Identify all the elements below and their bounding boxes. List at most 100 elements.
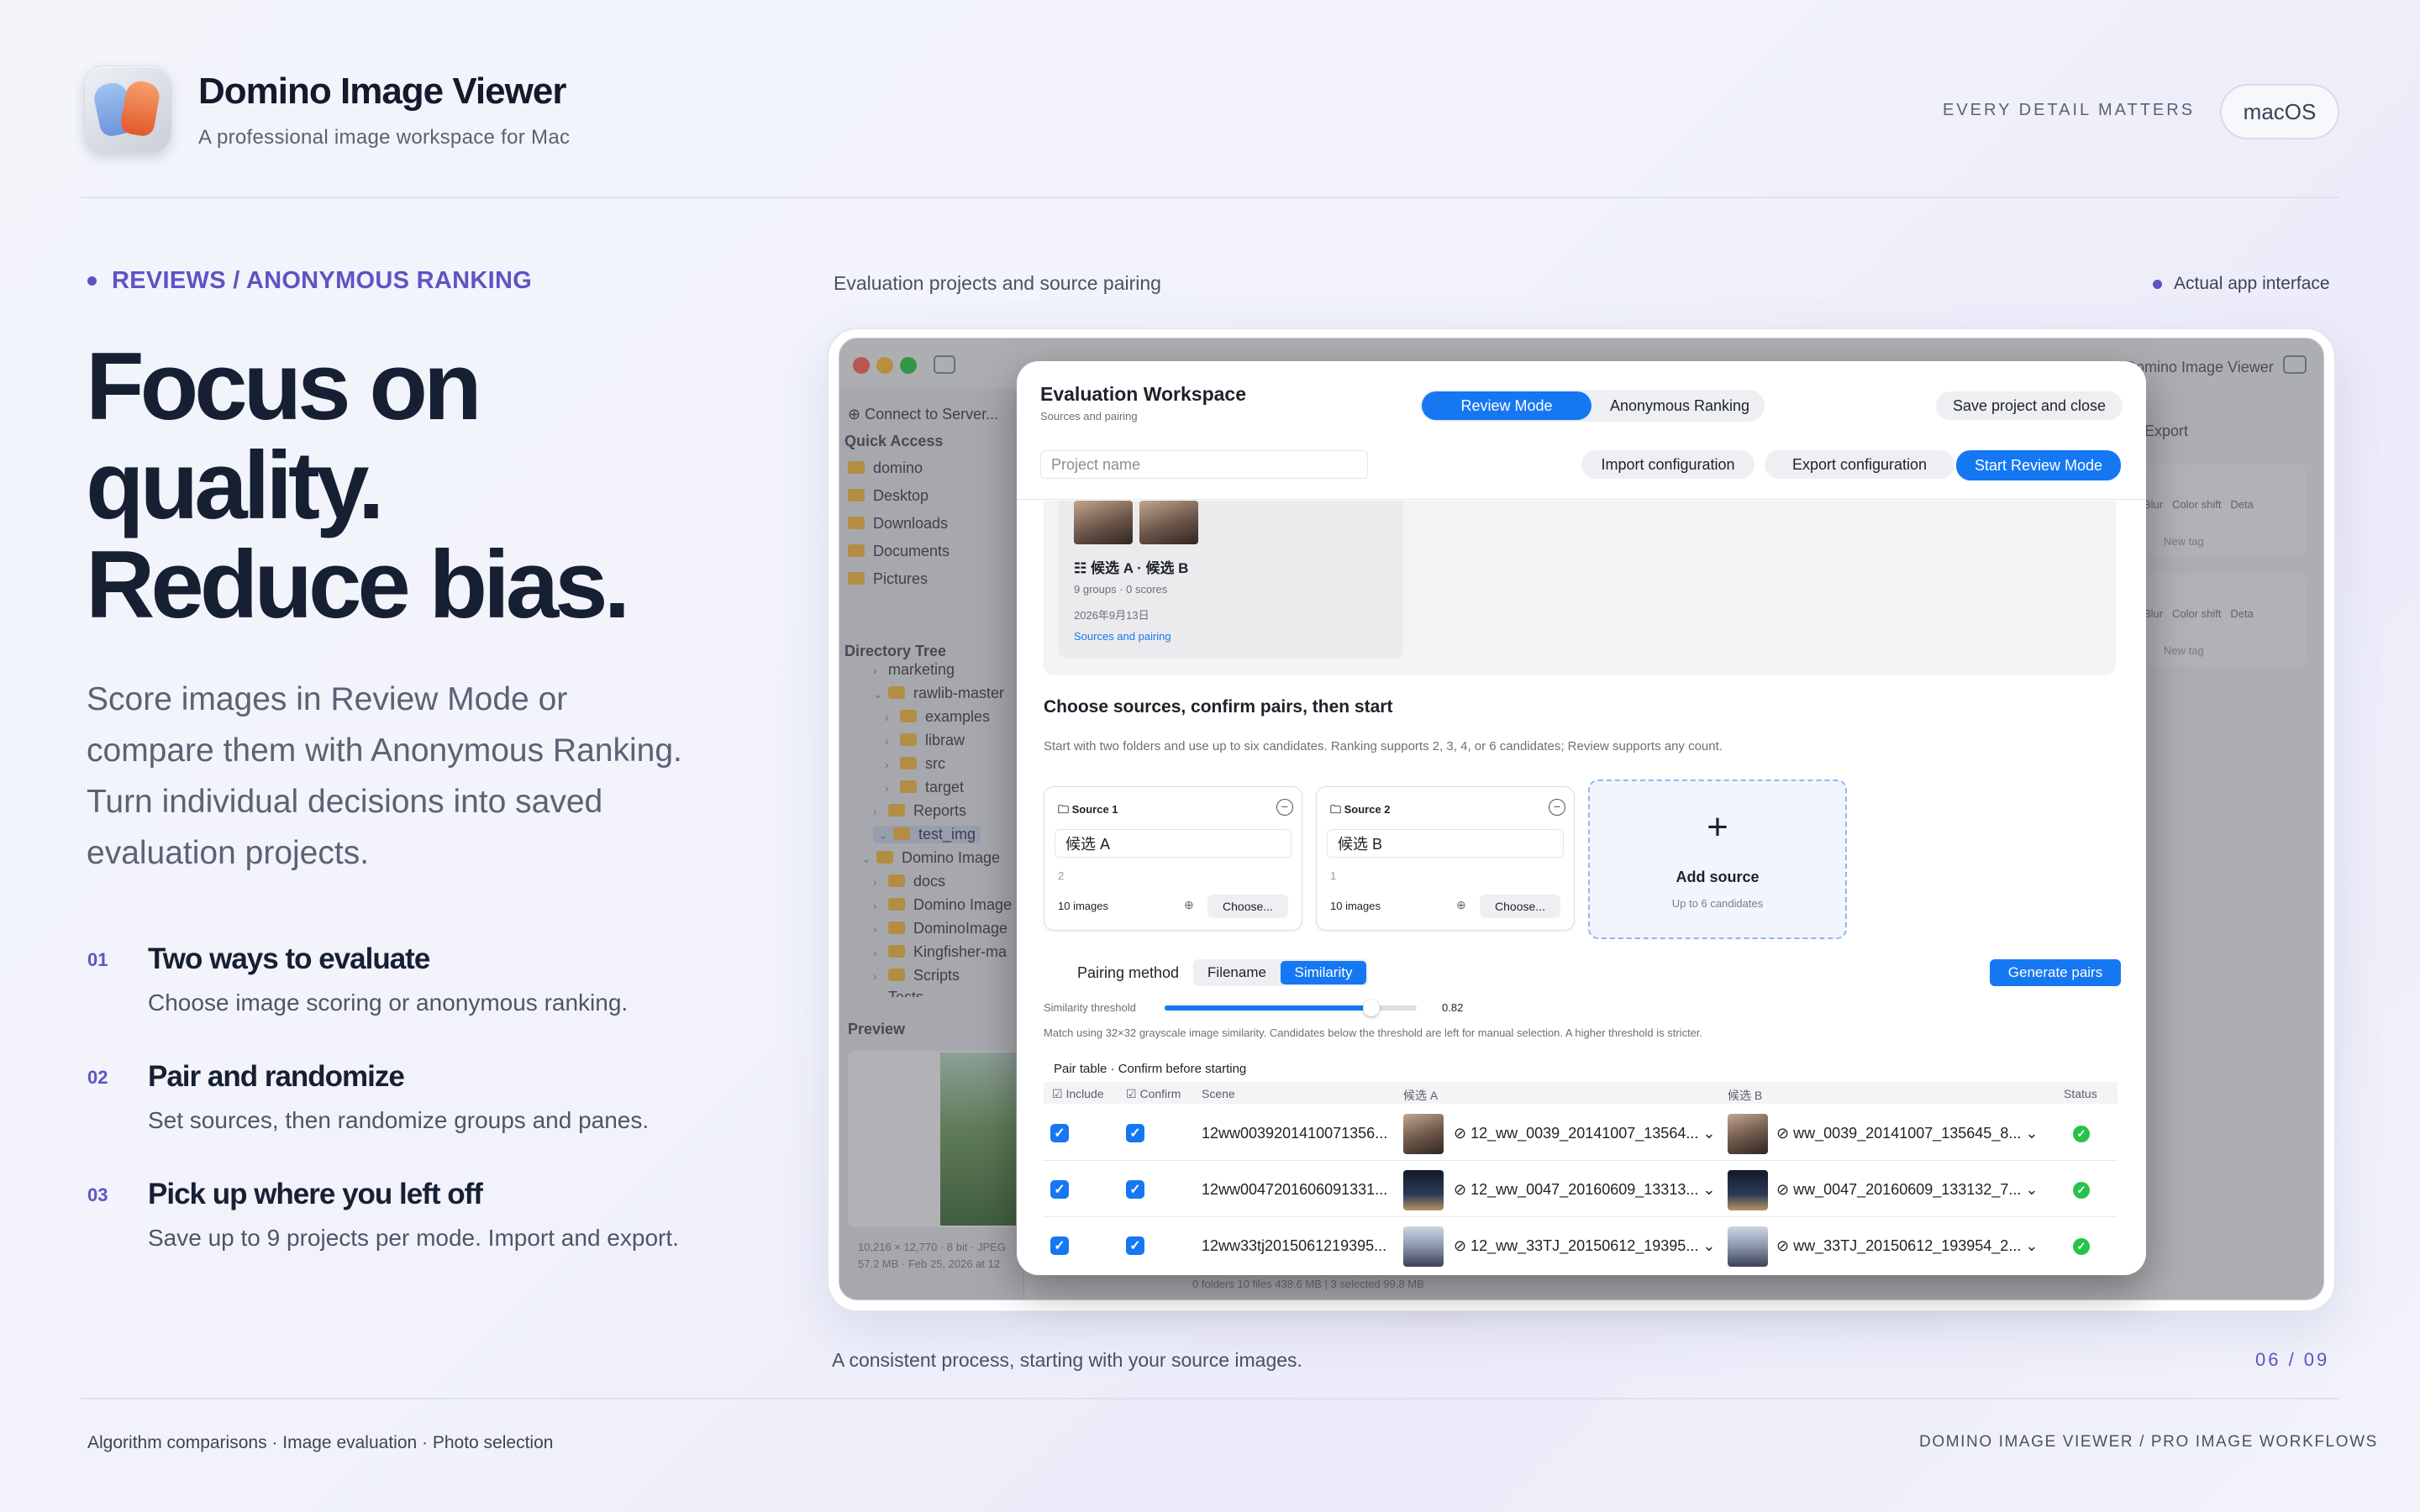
footer-left: Algorithm comparisons · Image evaluation… (87, 1433, 554, 1452)
source-index: 2 (1058, 869, 1065, 882)
headline-line-1: Focus on (86, 333, 482, 440)
save-close-button[interactable]: Save project and close (1936, 391, 2123, 420)
source-label: 🗀 Source 2 (1330, 803, 1391, 816)
app-title: Domino Image Viewer (198, 71, 566, 112)
page-indicator: 06 / 09 (2255, 1349, 2330, 1370)
project-name: ☷ 候选 A · 候选 B (1074, 556, 1188, 577)
pairing-similarity[interactable]: Similarity (1281, 961, 1366, 984)
candidate-b-label: ww_33TJ_20150612_193954_2... (1793, 1237, 2022, 1254)
add-source-sub: Up to 6 candidates (1671, 897, 1764, 910)
candidate-a-select[interactable]: ⊘ 12_ww_33TJ_20150612_19395... ⌄ (1454, 1237, 1715, 1255)
status-ok-icon: ✓ (2073, 1126, 2090, 1142)
app-subtitle: A professional image workspace for Mac (198, 126, 571, 149)
project-meta: 9 groups · 0 scores (1074, 583, 1168, 596)
source-index: 1 (1330, 869, 1337, 882)
confirm-checkbox[interactable]: ✓ (1126, 1236, 1144, 1255)
source-card: 🗀 Source 1 − 候选 A 2 10 images ⊕ Choose..… (1044, 786, 1302, 931)
column-header-confirm[interactable]: ☑ Confirm (1126, 1087, 1181, 1101)
tagline: EVERY DETAIL MATTERS (1943, 101, 2196, 119)
import-config-button[interactable]: Import configuration (1581, 450, 1754, 479)
candidate-b-select[interactable]: ⊘ ww_33TJ_20150612_193954_2... ⌄ (1776, 1237, 2038, 1255)
candidate-b-thumb (1728, 1170, 1768, 1210)
choose-folder-button[interactable]: Choose... (1207, 895, 1288, 918)
feature-title: Two ways to evaluate (148, 942, 430, 975)
source-label-text: Source 1 (1071, 803, 1118, 816)
threshold-note: Match using 32×32 grayscale image simila… (1044, 1026, 1703, 1039)
globe-icon[interactable]: ⊕ (1456, 898, 1466, 912)
confirm-checkbox[interactable]: ✓ (1126, 1180, 1144, 1199)
feature-desc: Set sources, then randomize groups and p… (148, 1107, 650, 1133)
choose-folder-button[interactable]: Choose... (1480, 895, 1560, 918)
include-checkbox[interactable]: ✓ (1050, 1236, 1069, 1255)
remove-source-icon[interactable]: − (1276, 799, 1293, 816)
include-checkbox[interactable]: ✓ (1050, 1180, 1069, 1199)
candidate-a-select[interactable]: ⊘ 12_ww_0047_20160609_13313... ⌄ (1454, 1181, 1715, 1199)
candidate-a-label: 12_ww_0047_20160609_13313... (1470, 1181, 1699, 1198)
pairing-filename[interactable]: Filename (1195, 961, 1279, 984)
feature-number: 03 (87, 1184, 108, 1205)
column-header-include[interactable]: ☑ Include (1052, 1087, 1104, 1101)
include-checkbox[interactable]: ✓ (1050, 1124, 1069, 1142)
candidate-b-select[interactable]: ⊘ ww_0039_20141007_135645_8... ⌄ (1776, 1125, 2038, 1142)
header-divider (81, 197, 2339, 198)
candidate-b-thumb (1728, 1114, 1768, 1154)
source-name-input[interactable]: 候选 B (1327, 829, 1564, 858)
dialog-subtitle: Sources and pairing (1040, 410, 1138, 423)
remove-source-icon[interactable]: − (1549, 799, 1565, 816)
app-icon (84, 66, 171, 153)
footer-divider (81, 1398, 2339, 1399)
export-config-button[interactable]: Export configuration (1765, 450, 1954, 479)
candidate-a-select[interactable]: ⊘ 12_ww_0039_20141007_13564... ⌄ (1454, 1125, 1715, 1142)
status-ok-icon: ✓ (2073, 1182, 2090, 1199)
threshold-slider-fill (1165, 1005, 1371, 1011)
footer-right: DOMINO IMAGE VIEWER / PRO IMAGE WORKFLOW… (1919, 1433, 2378, 1451)
column-header-scene: Scene (1202, 1087, 1235, 1100)
feature-title: Pick up where you left off (148, 1178, 483, 1210)
tab-review-mode[interactable]: Review Mode (1422, 391, 1591, 420)
project-thumb (1074, 501, 1133, 544)
screenshot-caption-top: Evaluation projects and source pairing (834, 272, 1161, 294)
headline-line-2: quality. (86, 433, 385, 539)
dialog-title: Evaluation Workspace (1040, 383, 1246, 405)
headline: Focus on quality. Reduce bias. (86, 333, 630, 635)
feature-title: Pair and randomize (148, 1060, 405, 1093)
feature-number: 01 (87, 949, 108, 970)
tab-anonymous-ranking[interactable]: Anonymous Ranking (1597, 391, 1763, 420)
project-card[interactable]: ☷ 候选 A · 候选 B 9 groups · 0 scores 2026年9… (1059, 501, 1403, 659)
pairing-label: Pairing method (1077, 964, 1180, 981)
source-card: 🗀 Source 2 − 候选 B 1 10 images ⊕ Choose..… (1316, 786, 1575, 931)
project-link[interactable]: Sources and pairing (1074, 630, 1171, 643)
add-source-title: Add source (1676, 869, 1760, 885)
screenshot-caption-bottom: A consistent process, starting with your… (832, 1349, 1302, 1371)
candidate-a-label: 12_ww_0039_20141007_13564... (1470, 1125, 1699, 1142)
project-date: 2026年9月13日 (1074, 609, 1150, 622)
candidate-a-thumb (1403, 1226, 1444, 1267)
plus-icon: + (1707, 806, 1728, 848)
macos-button[interactable]: macOS (2220, 84, 2339, 139)
lead-paragraph: Score images in Review Mode or compare t… (87, 681, 682, 871)
project-name-input[interactable]: Project name (1040, 450, 1368, 479)
source-label: 🗀 Source 1 (1058, 803, 1118, 816)
column-label: Confirm (1139, 1087, 1181, 1100)
badge-dot (2153, 279, 2162, 289)
confirm-checkbox[interactable]: ✓ (1126, 1124, 1144, 1142)
candidate-b-select[interactable]: ⊘ ww_0047_20160609_133132_7... ⌄ (1776, 1181, 2038, 1199)
scene-cell: 12ww33tj2015061219395... (1202, 1237, 1387, 1254)
candidate-b-thumb (1728, 1226, 1768, 1267)
source-count: 10 images (1330, 900, 1381, 912)
threshold-label: Similarity threshold (1044, 1001, 1136, 1014)
threshold-slider-knob[interactable] (1363, 1000, 1380, 1016)
pair-table-title: Pair table · Confirm before starting (1054, 1062, 1247, 1076)
globe-icon[interactable]: ⊕ (1184, 898, 1194, 912)
project-name-label: 候选 A · 候选 B (1090, 560, 1189, 576)
candidate-b-label: ww_0039_20141007_135645_8... (1793, 1125, 2022, 1142)
generate-pairs-button[interactable]: Generate pairs (1990, 959, 2121, 986)
start-review-button[interactable]: Start Review Mode (1956, 450, 2121, 480)
source-count: 10 images (1058, 900, 1108, 912)
column-header-b: 候选 B (1728, 1089, 1763, 1102)
column-header-status: Status (2064, 1087, 2097, 1100)
source-label-text: Source 2 (1344, 803, 1391, 816)
add-source-card[interactable]: + Add source Up to 6 candidates (1588, 780, 1847, 939)
column-label: Include (1065, 1087, 1104, 1100)
source-name-input[interactable]: 候选 A (1055, 829, 1292, 858)
